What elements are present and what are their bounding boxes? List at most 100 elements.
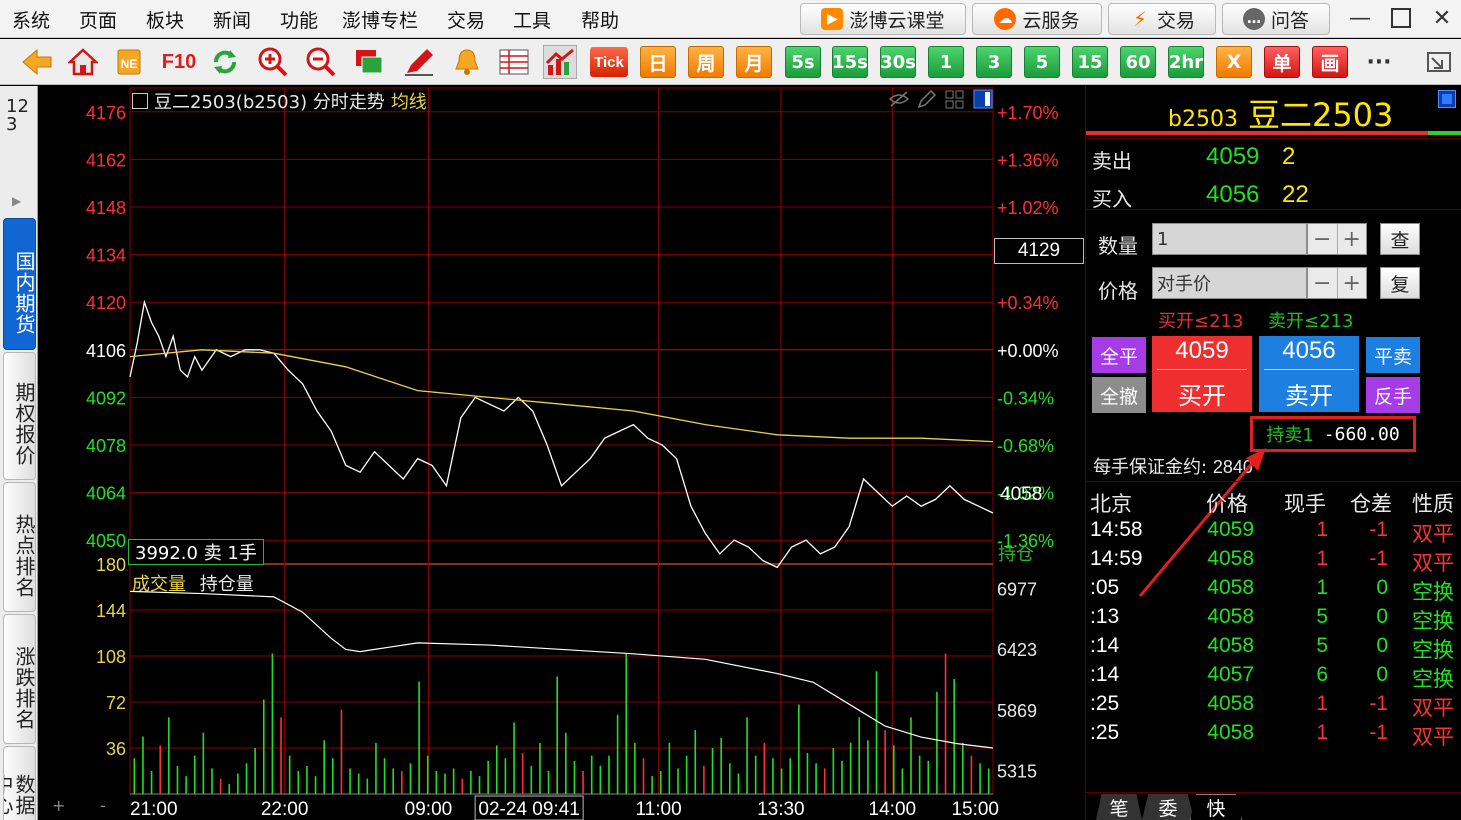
tick-button[interactable]: Tick bbox=[590, 47, 628, 77]
home-button[interactable] bbox=[66, 45, 100, 79]
minimize-button[interactable]: — bbox=[1343, 4, 1377, 32]
page-number[interactable]: 123 bbox=[6, 98, 34, 134]
price-tick-label: 4078 bbox=[86, 436, 126, 456]
ticks-header-time: 北京 bbox=[1090, 492, 1132, 516]
period-day-button[interactable]: 日 bbox=[640, 46, 676, 78]
maximize-button[interactable] bbox=[1384, 4, 1418, 32]
avg-line-label[interactable]: 均线 bbox=[391, 88, 427, 114]
tick-row[interactable]: :13 4058 5 0 空换 bbox=[1086, 605, 1461, 634]
left-tab-strip: 123 ▶ 国内期货 期权报价 热点排名 涨跌排名 数据中心 bbox=[0, 86, 38, 820]
zoom-in-button[interactable] bbox=[256, 45, 290, 79]
menu-sector[interactable]: 板块 bbox=[146, 6, 184, 33]
eye-hide-icon[interactable] bbox=[888, 89, 910, 109]
draw-button[interactable] bbox=[402, 45, 436, 79]
back-button[interactable] bbox=[20, 45, 54, 79]
order-button[interactable]: 单 bbox=[1264, 46, 1300, 78]
tick-time: :05 bbox=[1090, 576, 1120, 599]
tick-row[interactable]: :14 4058 5 0 空换 bbox=[1086, 634, 1461, 663]
tick-row[interactable]: :25 4058 1 -1 双平 bbox=[1086, 692, 1461, 721]
more-button[interactable]: ··· bbox=[1362, 45, 1396, 79]
tick-row[interactable]: :14 4057 6 0 空换 bbox=[1086, 663, 1461, 692]
trend-chart-button[interactable] bbox=[543, 45, 577, 79]
draw-tool-button[interactable]: 画 bbox=[1312, 46, 1348, 78]
x-button[interactable]: X bbox=[1216, 46, 1252, 78]
menu-system[interactable]: 系统 bbox=[12, 6, 50, 33]
tick-row[interactable]: :05 4058 1 0 空换 bbox=[1086, 576, 1461, 605]
period-month-button[interactable]: 月 bbox=[736, 46, 772, 78]
classroom-label: 澎博云课堂 bbox=[849, 9, 945, 32]
period-week-button[interactable]: 周 bbox=[688, 46, 724, 78]
price-tick-label: 4064 bbox=[86, 484, 126, 504]
period-3m-button[interactable]: 3 bbox=[976, 46, 1012, 78]
period-15m-button[interactable]: 15 bbox=[1072, 46, 1108, 78]
bottom-tabs-divider bbox=[1086, 792, 1461, 793]
refresh-button[interactable] bbox=[208, 45, 242, 79]
tick-row[interactable]: 14:59 4058 1 -1 双平 bbox=[1086, 547, 1461, 576]
tick-price: 4058 bbox=[1207, 576, 1254, 599]
tick-type: 空换 bbox=[1412, 668, 1454, 691]
panel-toggle-icon[interactable] bbox=[972, 89, 994, 109]
chart-canvas[interactable]: 4176 +1.70% 4162 +1.36% 4148 +1.02% 4134 4120 +0… bbox=[38, 86, 1084, 820]
tab-change-ranking[interactable]: 涨跌排名 bbox=[3, 614, 36, 744]
close-button[interactable]: ✕ bbox=[1425, 4, 1459, 32]
period-1m-button[interactable]: 1 bbox=[928, 46, 964, 78]
alert-button[interactable] bbox=[450, 45, 484, 79]
classroom-button[interactable]: ▶ 澎博云课堂 bbox=[800, 3, 966, 35]
chart-zoom-out-button[interactable]: - bbox=[100, 798, 116, 814]
qa-button[interactable]: … 问答 bbox=[1222, 3, 1330, 35]
tick-oi: -1 bbox=[1369, 518, 1388, 541]
svg-text:NE: NE bbox=[121, 57, 138, 71]
menu-column[interactable]: 澎博专栏 bbox=[342, 6, 418, 33]
tick-type: 双平 bbox=[1412, 552, 1454, 575]
grid-view-icon[interactable] bbox=[944, 89, 966, 109]
zoom-out-button[interactable] bbox=[304, 45, 338, 79]
pencil-icon bbox=[405, 49, 433, 76]
intraday-chart[interactable]: 4176 +1.70% 4162 +1.36% 4148 +1.02% 4134 4120 +0… bbox=[38, 86, 1084, 820]
tick-oi: 0 bbox=[1376, 576, 1388, 599]
layout-button[interactable] bbox=[1422, 45, 1456, 79]
menu-trade[interactable]: 交易 bbox=[447, 6, 485, 33]
checkbox-icon[interactable] bbox=[132, 93, 148, 109]
tab-quick[interactable]: 快 bbox=[1190, 794, 1242, 820]
tick-row[interactable]: 14:58 4059 1 -1 双平 bbox=[1086, 518, 1461, 547]
tab-hot-ranking[interactable]: 热点排名 bbox=[3, 482, 36, 612]
pencil-tool-icon[interactable] bbox=[916, 89, 938, 109]
trade-pill-button[interactable]: ⚡ 交易 bbox=[1108, 3, 1216, 35]
cloud-icon: ☁ bbox=[994, 8, 1017, 30]
oi-tick-label: 5315 bbox=[997, 761, 1037, 781]
tab-domestic-futures[interactable]: 国内期货 bbox=[3, 218, 36, 350]
tick-price: 4059 bbox=[1207, 518, 1254, 541]
tick-row[interactable]: :25 4058 1 -1 双平 bbox=[1086, 721, 1461, 750]
tab-orders[interactable]: 委 bbox=[1142, 794, 1194, 820]
back-arrow-icon bbox=[22, 48, 52, 76]
tick-vol: 6 bbox=[1316, 663, 1328, 686]
tick-price: 4058 bbox=[1207, 692, 1254, 715]
period-2hr-button[interactable]: 2hr bbox=[1168, 46, 1204, 78]
period-5m-button[interactable]: 5 bbox=[1024, 46, 1060, 78]
f10-button[interactable]: F10 bbox=[158, 45, 200, 79]
period-5s-button[interactable]: 5s bbox=[785, 46, 821, 78]
menu-page[interactable]: 页面 bbox=[79, 6, 117, 33]
home-icon bbox=[68, 48, 98, 76]
chart-zoom-in-button[interactable]: + bbox=[52, 798, 68, 814]
period-30s-button[interactable]: 30s bbox=[880, 46, 916, 78]
list-button[interactable] bbox=[497, 45, 531, 79]
menu-function[interactable]: 功能 bbox=[280, 6, 318, 33]
window-button[interactable] bbox=[352, 45, 386, 79]
tab-option-quotes[interactable]: 期权报价 bbox=[3, 352, 36, 480]
ticks-header: 北京 价格 现手 仓差 性质 bbox=[1086, 488, 1461, 516]
time-tick-label: 15:00 bbox=[951, 799, 999, 820]
ticks-divider bbox=[1086, 481, 1461, 482]
menu-news[interactable]: 新闻 bbox=[213, 6, 251, 33]
tab-ticks[interactable]: 笔 bbox=[1096, 794, 1142, 820]
cloud-service-button[interactable]: ☁ 云服务 bbox=[972, 3, 1102, 35]
expand-arrow-icon[interactable]: ▶ bbox=[12, 194, 21, 208]
menu-tools[interactable]: 工具 bbox=[513, 6, 551, 33]
volume-tick-label: 108 bbox=[96, 647, 126, 667]
refresh-icon bbox=[214, 50, 236, 74]
notes-button[interactable]: NE bbox=[112, 45, 146, 79]
tab-data-center[interactable]: 数据中心 bbox=[3, 746, 36, 820]
period-60m-button[interactable]: 60 bbox=[1120, 46, 1156, 78]
menu-help[interactable]: 帮助 bbox=[581, 6, 619, 33]
period-15s-button[interactable]: 15s bbox=[832, 46, 868, 78]
